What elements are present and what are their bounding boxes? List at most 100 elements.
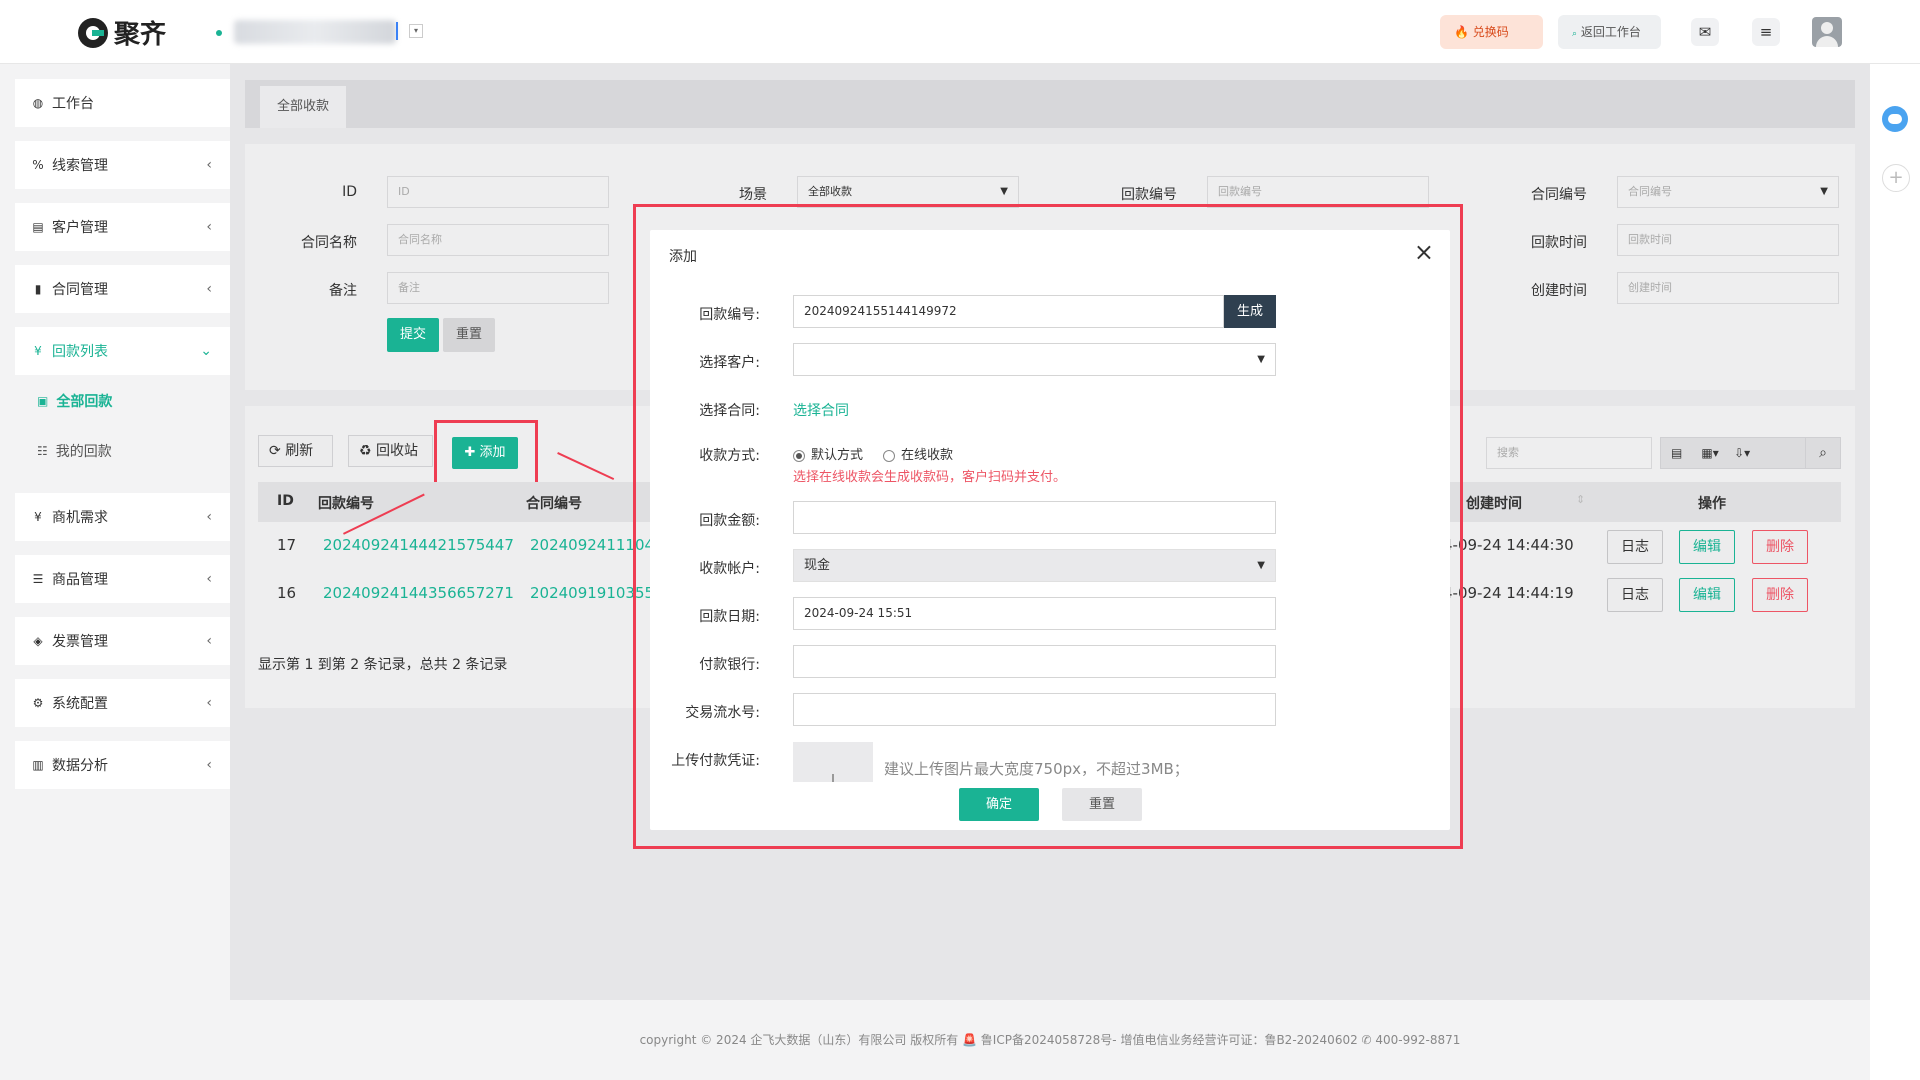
brand-logo[interactable]: 聚齐 bbox=[78, 14, 166, 51]
payment-no-input[interactable]: 20240924155144149972 bbox=[793, 295, 1224, 328]
brand-name: 聚齐 bbox=[114, 20, 167, 50]
sidebar-item-opportunities[interactable]: ¥ 商机需求 ‹ bbox=[15, 493, 230, 541]
chevron-down-icon: ⌄ bbox=[200, 343, 212, 359]
sidebar-item-leads[interactable]: % 线索管理 ‹ bbox=[15, 141, 230, 189]
filter-payment-no-label: 回款编号 bbox=[1121, 187, 1177, 203]
confirm-button[interactable]: 确定 bbox=[959, 788, 1039, 821]
select-contract-link[interactable]: 选择合同 bbox=[793, 400, 849, 420]
column-header-id[interactable]: ID bbox=[277, 493, 294, 509]
serial-input[interactable] bbox=[793, 693, 1276, 726]
avatar[interactable] bbox=[1812, 17, 1842, 47]
column-header-payment-no[interactable]: 回款编号 bbox=[318, 493, 374, 513]
bank-input[interactable] bbox=[793, 645, 1276, 678]
method-default-radio[interactable]: 默认方式 bbox=[793, 444, 863, 463]
caret-down-icon: ▼ bbox=[1820, 186, 1828, 197]
chevron-left-icon: ‹ bbox=[206, 571, 212, 587]
list-icon: ☷ bbox=[37, 444, 48, 458]
sidebar-item-analytics[interactable]: ▥ 数据分析 ‹ bbox=[15, 741, 230, 789]
account-label: 收款帐户: bbox=[699, 561, 760, 577]
search-icon[interactable]: ⌕ bbox=[1805, 437, 1841, 469]
method-default-label: 默认方式 bbox=[811, 448, 864, 463]
recycle-bin-button[interactable]: ♻ 回收站 bbox=[348, 435, 433, 467]
column-header-actions: 操作 bbox=[1698, 496, 1726, 512]
yen-icon: ¥ bbox=[34, 510, 42, 524]
bar-chart-icon: ▥ bbox=[32, 758, 44, 772]
refresh-icon: ⟳ bbox=[269, 443, 281, 459]
close-icon[interactable]: × bbox=[1414, 238, 1434, 266]
chat-icon[interactable] bbox=[1882, 106, 1908, 132]
sidebar-subitem-my-payments[interactable]: ☷ 我的回款 bbox=[15, 427, 230, 475]
filter-create-time-label: 创建时间 bbox=[1531, 283, 1587, 299]
row-payment-no[interactable]: 20240924144356657271 bbox=[323, 584, 514, 602]
exchange-code-button[interactable]: 🔥 兑换码 bbox=[1440, 15, 1543, 49]
account-select[interactable]: 现金 ▼ bbox=[793, 549, 1276, 582]
filter-payment-time-input[interactable]: 回款时间 bbox=[1617, 224, 1839, 256]
org-name-redacted[interactable] bbox=[234, 20, 396, 44]
date-input[interactable]: 2024-09-24 15:51 bbox=[793, 597, 1276, 630]
amount-input[interactable] bbox=[793, 501, 1276, 534]
edit-button[interactable]: 编辑 bbox=[1679, 578, 1735, 612]
sidebar-item-label: 线索管理 bbox=[52, 158, 108, 174]
sidebar-item-contracts[interactable]: ▮ 合同管理 ‹ bbox=[15, 265, 230, 313]
sort-icon[interactable]: ⇕ bbox=[1576, 493, 1585, 506]
voucher-upload-box[interactable] bbox=[793, 742, 873, 782]
back-to-workbench-button[interactable]: ⌕ 返回工作台 bbox=[1558, 15, 1661, 49]
filter-id-label: ID bbox=[342, 184, 357, 200]
filter-submit-button[interactable]: 提交 bbox=[387, 318, 439, 352]
filter-contract-name-input[interactable]: 合同名称 bbox=[387, 224, 609, 256]
brand-logo-icon bbox=[78, 17, 108, 48]
filter-contract-no-select[interactable]: 合同编号 ▼ bbox=[1617, 176, 1839, 208]
sidebar-item-customers[interactable]: ▤ 客户管理 ‹ bbox=[15, 203, 230, 251]
refresh-button[interactable]: ⟳ 刷新 bbox=[258, 435, 333, 467]
amount-label: 回款金额: bbox=[699, 513, 760, 529]
modal-reset-button[interactable]: 重置 bbox=[1062, 788, 1142, 821]
generate-button[interactable]: 生成 bbox=[1224, 295, 1276, 328]
caret-down-icon: ▼ bbox=[1257, 560, 1265, 571]
method-hint: 选择在线收款会生成收款码，客户扫码并支付。 bbox=[793, 470, 1067, 485]
sidebar-subitem-all-payments[interactable]: ▣ 全部回款 bbox=[15, 377, 230, 425]
filter-reset-button[interactable]: 重置 bbox=[443, 318, 495, 352]
tab-all-payments[interactable]: 全部收款 bbox=[260, 86, 346, 128]
filter-create-time-input[interactable]: 创建时间 bbox=[1617, 272, 1839, 304]
sidebar-item-label: 客户管理 bbox=[52, 220, 108, 236]
chevron-left-icon: ‹ bbox=[206, 509, 212, 525]
log-button[interactable]: 日志 bbox=[1607, 578, 1663, 612]
method-online-radio[interactable]: 在线收款 bbox=[883, 444, 953, 463]
voucher-hint: 建议上传图片最大宽度750px，不超过3MB； bbox=[884, 760, 1189, 778]
menu-icon[interactable]: ≡ bbox=[1752, 18, 1780, 46]
org-dropdown-icon[interactable]: ▾ bbox=[409, 24, 423, 38]
filter-scene-value: 全部收款 bbox=[808, 185, 852, 198]
row-id: 17 bbox=[277, 536, 297, 554]
sidebar-item-products[interactable]: ☰ 商品管理 ‹ bbox=[15, 555, 230, 603]
sidebar-item-invoices[interactable]: ◈ 发票管理 ‹ bbox=[15, 617, 230, 665]
log-button[interactable]: 日志 bbox=[1607, 530, 1663, 564]
column-header-created[interactable]: 创建时间 bbox=[1466, 493, 1522, 513]
filter-id-input[interactable]: ID bbox=[387, 176, 609, 208]
sidebar-item-workbench[interactable]: ◍ 工作台 bbox=[15, 79, 230, 127]
sidebar-item-label: 商机需求 bbox=[52, 510, 108, 526]
top-bar: 聚齐 ▾ 🔥 兑换码 ⌕ 返回工作台 ✉ ≡ bbox=[0, 0, 1920, 64]
sidebar-item-payments[interactable]: ¥ 回款列表 ⌄ bbox=[15, 327, 230, 375]
columns-icon[interactable]: ▦▾ bbox=[1701, 446, 1718, 460]
table-search-input[interactable]: 搜索 bbox=[1486, 437, 1652, 469]
sidebar-item-settings[interactable]: ⚙ 系统配置 ‹ bbox=[15, 679, 230, 727]
contract-label: 选择合同: bbox=[699, 403, 760, 419]
delete-button[interactable]: 删除 bbox=[1752, 578, 1808, 612]
radio-unselected-icon bbox=[883, 449, 895, 462]
add-payment-modal: 添加 × 回款编号: 20240924155144149972 生成 选择客户:… bbox=[650, 230, 1450, 830]
refresh-label: 刷新 bbox=[285, 443, 314, 459]
export-icon[interactable]: ⇩▾ bbox=[1734, 446, 1750, 460]
column-header-contract-no[interactable]: 合同编号 bbox=[526, 493, 582, 513]
radio-selected-icon bbox=[793, 449, 805, 462]
mail-icon[interactable]: ✉ bbox=[1691, 18, 1719, 46]
method-label: 收款方式: bbox=[699, 448, 760, 464]
delete-button[interactable]: 删除 bbox=[1752, 530, 1808, 564]
customer-select[interactable]: ▼ bbox=[793, 343, 1276, 376]
plus-icon[interactable]: + bbox=[1882, 164, 1910, 192]
row-payment-no[interactable]: 20240924144421575447 bbox=[323, 536, 514, 554]
list-view-icon[interactable]: ▤ bbox=[1671, 446, 1682, 460]
caret-down-icon: ▼ bbox=[1000, 186, 1008, 197]
filter-remark-input[interactable]: 备注 bbox=[387, 272, 609, 304]
edit-button[interactable]: 编辑 bbox=[1679, 530, 1735, 564]
customer-label: 选择客户: bbox=[699, 355, 760, 371]
